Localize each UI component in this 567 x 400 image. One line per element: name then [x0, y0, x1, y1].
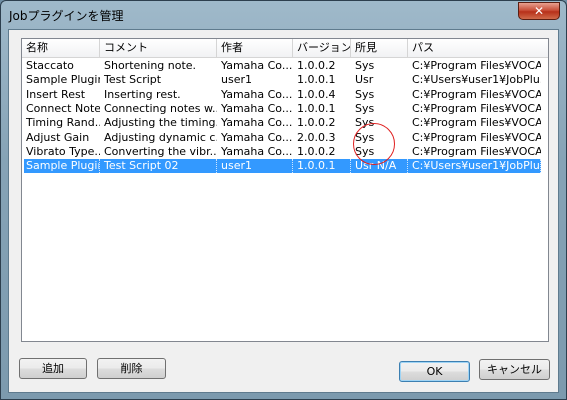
list-row[interactable]: Sample Plugin 1 Test Script user1 1.0.0.1 Us… — [24, 73, 541, 87]
cell-author: user1 — [221, 73, 252, 87]
cell-comment: Converting the vibr... — [104, 144, 217, 158]
cell-comment: Adjusting the timing... — [104, 116, 217, 130]
cell-version: 1.0.0.1 — [297, 73, 336, 87]
cell-name: Timing Rand... — [26, 116, 100, 130]
cell-remarks: Sys — [355, 59, 375, 72]
cell-version: 1.0.0.2 — [297, 144, 336, 158]
close-button[interactable]: ✕ — [518, 2, 560, 20]
cell-version: 1.0.0.4 — [297, 87, 336, 101]
column-header-author[interactable]: 作者 — [217, 39, 293, 57]
add-button[interactable]: 追加 — [19, 358, 87, 379]
column-header-version[interactable]: バージョン — [293, 39, 351, 57]
list-row[interactable]: Adjust Gain Adjusting dynamic c... Yamaha … — [24, 131, 541, 145]
cell-path: C:¥Users¥user1¥JobPlu... — [412, 73, 541, 87]
cell-author: Yamaha Co... — [221, 59, 293, 72]
list-header: 名称 コメント 作者 バージョン 所見 パス — [22, 39, 548, 58]
list-row[interactable]: Timing Rand... Adjusting the timing... Yam… — [24, 116, 541, 130]
cell-comment: Test Script — [104, 73, 162, 87]
cell-comment: Inserting rest. — [104, 87, 181, 101]
list-row[interactable]: Connect Notes Connecting notes w... Yamaha… — [24, 102, 541, 116]
cell-author: Yamaha Co... — [221, 87, 293, 101]
cell-remarks: Usr — [355, 73, 374, 87]
window-title: Jobプラグインを管理 — [9, 9, 124, 23]
cell-comment: Shortening note. — [104, 59, 197, 72]
cell-remarks: Sys — [355, 87, 375, 101]
cell-author: Yamaha Co... — [221, 130, 293, 144]
cell-version: 2.0.0.3 — [297, 130, 336, 144]
cell-author: Yamaha Co... — [221, 116, 293, 130]
annotation-circle — [353, 123, 395, 165]
cell-author: Yamaha Co... — [221, 144, 293, 158]
cell-author: Yamaha Co... — [221, 101, 293, 115]
list-row[interactable]: Vibrato Type... Converting the vibr... Yam… — [24, 145, 541, 159]
column-header-path[interactable]: パス — [408, 39, 548, 57]
cell-path: C:¥Users¥user1¥JobPlu... — [412, 159, 541, 174]
cell-name: Adjust Gain — [26, 130, 90, 144]
dialog-body: 名称 コメント 作者 バージョン 所見 パス Staccato Shortenin… — [8, 29, 559, 393]
cell-name: Connect Notes — [26, 101, 100, 115]
list-row[interactable]: Insert Rest Inserting rest. Yamaha Co... 1.… — [24, 88, 541, 102]
cell-path: C:¥Program Files¥VOCA... — [412, 130, 541, 144]
plugin-list[interactable]: 名称 コメント 作者 バージョン 所見 パス Staccato Shortenin… — [21, 38, 549, 342]
cell-name: Sample Plugin 1 — [26, 73, 100, 87]
cell-path: C:¥Program Files¥VOCA... — [412, 116, 541, 130]
cell-name: Vibrato Type... — [26, 144, 100, 158]
dialog-window: Jobプラグインを管理 ✕ 名称 コメント 作者 バージョン 所見 パス Sta… — [0, 0, 567, 400]
cell-version: 1.0.0.2 — [297, 116, 336, 130]
list-row[interactable]: Staccato Shortening note. Yamaha Co... 1.0.… — [24, 59, 541, 73]
cell-remarks: Sys — [355, 101, 375, 115]
cell-version: 1.0.0.2 — [297, 59, 336, 72]
cell-comment: Connecting notes w... — [104, 101, 217, 115]
cell-name: Sample Plugin 2 — [24, 159, 100, 174]
list-row[interactable]: Sample Plugin 2Test Script 02user11.0.0.… — [24, 159, 541, 174]
cell-version: 1.0.0.1 — [295, 159, 351, 174]
ok-button[interactable]: OK — [399, 361, 470, 382]
cell-path: C:¥Program Files¥VOCA... — [412, 59, 541, 72]
cell-comment: Test Script 02 — [102, 159, 217, 174]
delete-button[interactable]: 削除 — [97, 358, 166, 379]
cell-name: Insert Rest — [26, 87, 86, 101]
cell-version: 1.0.0.1 — [297, 101, 336, 115]
cell-path: C:¥Program Files¥VOCA... — [412, 101, 541, 115]
column-header-remarks[interactable]: 所見 — [351, 39, 408, 57]
cell-path: C:¥Program Files¥VOCA... — [412, 144, 541, 158]
column-header-name[interactable]: 名称 — [22, 39, 100, 57]
cell-author: user1 — [219, 159, 293, 174]
cell-name: Staccato — [26, 59, 74, 72]
cell-comment: Adjusting dynamic c... — [104, 130, 217, 144]
cell-path: C:¥Program Files¥VOCA... — [412, 87, 541, 101]
cancel-button[interactable]: キャンセル — [479, 359, 550, 380]
column-header-comment[interactable]: コメント — [100, 39, 217, 57]
